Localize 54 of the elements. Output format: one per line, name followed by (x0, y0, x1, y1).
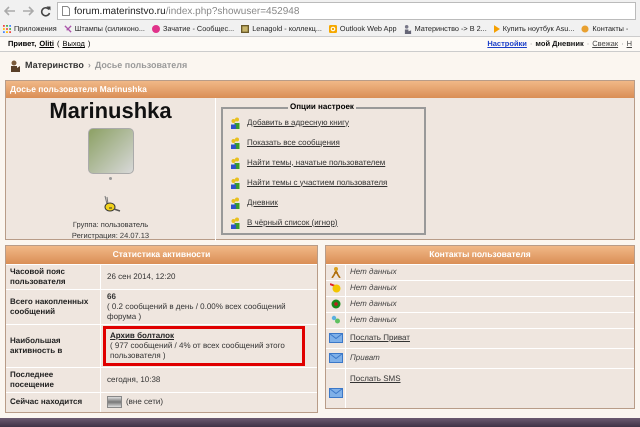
panel-title: Контакты пользователя (326, 246, 634, 264)
row-label: Наибольшая активность в (6, 324, 101, 366)
envelope-icon (328, 333, 342, 343)
row-label: Последнее посещение (6, 368, 101, 392)
url-path: /index.php?showuser=452948 (166, 4, 300, 18)
stats-note: ( 977 сообщений / 4% от всех сообщений этого пользователя ) (110, 340, 286, 360)
option-link[interactable]: Найти темы с участием пользователя (247, 176, 388, 188)
options-title: Опции настроек (288, 102, 356, 112)
picture-icon (241, 25, 250, 33)
contact-text: Нет данных (350, 282, 397, 294)
avatar-photo (88, 128, 134, 174)
figure-icon (10, 60, 21, 72)
option-link[interactable]: Добавить в адресную книгу (247, 116, 350, 128)
breadcrumb-link[interactable]: Материнство (25, 59, 84, 72)
stamp-icon (64, 25, 72, 33)
status-text: (вне сети) (126, 397, 163, 407)
envelope-icon (328, 388, 342, 398)
running-figure-icon (330, 266, 340, 278)
breadcrumb-current: Досье пользователя (94, 59, 188, 72)
message-count: 66 (107, 292, 116, 302)
panel-title: Статистика активности (6, 246, 317, 264)
row-label: Сейчас находится (6, 392, 101, 412)
envelope-icon (328, 353, 342, 363)
forum-link[interactable]: Архив болталок (110, 330, 174, 340)
option-link[interactable]: Дневник (247, 196, 278, 208)
row-label: Всего накопленных сообщений (6, 290, 101, 324)
contact-link[interactable]: Послать Приват (350, 332, 410, 344)
option-link[interactable]: В чёрный список (игнор) (247, 216, 338, 228)
row-value: 26 сен 2014, 12:20 (107, 272, 176, 282)
contact-link[interactable]: Послать SMS (350, 372, 401, 384)
breadcrumb-separator: › (88, 59, 91, 72)
offline-icon (107, 396, 122, 408)
reload-icon[interactable] (40, 6, 51, 16)
option-link[interactable]: Показать все сообщения (247, 136, 340, 148)
figure-icon (404, 24, 412, 34)
contact-text: Приват (350, 352, 380, 364)
row-label: Часовой пояс пользователя (6, 264, 101, 288)
contact-text: Нет данных (350, 298, 397, 310)
option-link[interactable]: Найти темы, начатые пользователем (247, 156, 386, 168)
row-value: сегодня, 10:38 (107, 374, 160, 384)
badge-icon (152, 25, 160, 33)
contact-text: Нет данных (350, 314, 397, 326)
username-heading: Marinushka (49, 98, 172, 122)
address-bar[interactable]: forum.materinstvo.ru/index.php?showuser=452948 (57, 2, 636, 20)
play-icon (494, 25, 500, 33)
url-host: forum.materinstvo.ru (74, 4, 166, 18)
back-icon[interactable] (4, 6, 16, 16)
contact-text: Нет данных (350, 266, 397, 278)
forward-icon[interactable] (22, 6, 34, 16)
panel-title: Досье пользователя Marinushka (6, 80, 634, 98)
apps-grid-icon (3, 25, 11, 33)
mail-app-icon (328, 25, 337, 33)
page-icon (62, 6, 70, 16)
stats-note: ( 0.2 сообщений в день / 0.00% всех сообщений форума ) (107, 302, 287, 322)
